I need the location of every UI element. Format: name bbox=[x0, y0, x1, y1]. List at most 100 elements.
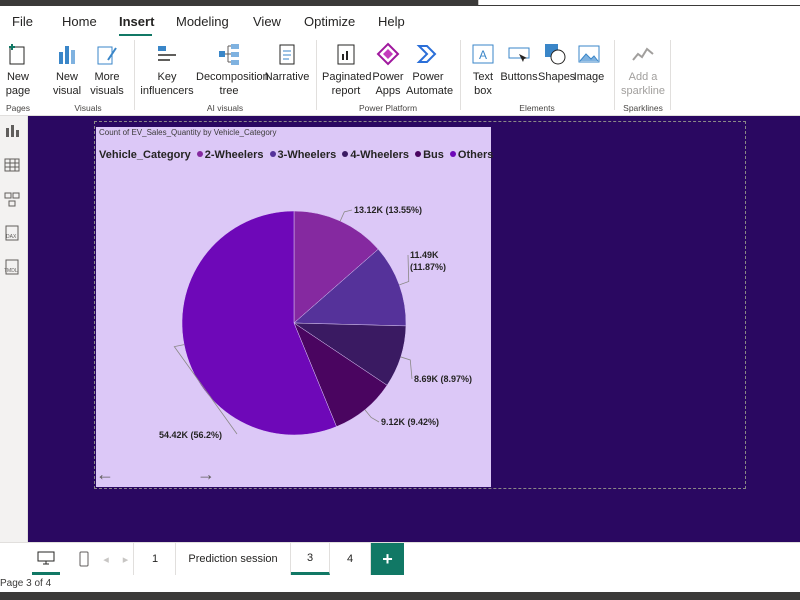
power-apps-button[interactable]: Power Apps bbox=[370, 42, 406, 98]
leader-line bbox=[399, 254, 410, 286]
decomposition-tree-label: Decomposition tree bbox=[196, 71, 269, 97]
paginated-report-button[interactable]: Paginated report bbox=[322, 42, 372, 98]
text-box-icon: A bbox=[472, 44, 494, 64]
power-automate-label: Power Automate bbox=[406, 71, 454, 97]
add-sparkline-button[interactable]: Add a sparkline bbox=[620, 42, 666, 98]
decomposition-tree-icon bbox=[219, 44, 239, 65]
group-label-ai-visuals: AI visuals bbox=[206, 103, 244, 113]
title-search-box[interactable] bbox=[478, 0, 800, 5]
ribbon-separator bbox=[134, 40, 135, 110]
narrative-label: Narrative bbox=[264, 71, 310, 83]
ribbon-separator bbox=[460, 40, 461, 110]
ribbon-separator bbox=[670, 40, 671, 110]
new-page-icon bbox=[9, 44, 25, 65]
group-label-visuals: Visuals bbox=[74, 103, 102, 113]
ribbon: New page New visual More visuals Key inf… bbox=[0, 36, 800, 116]
key-influencers-icon bbox=[158, 46, 176, 61]
new-visual-label: New visual bbox=[52, 71, 82, 97]
data-label: 8.69K (8.97%) bbox=[414, 374, 472, 384]
power-automate-icon bbox=[416, 45, 437, 63]
text-box-label: Text box bbox=[472, 71, 494, 97]
leader-line bbox=[400, 356, 413, 380]
page-tab-3[interactable]: 3 bbox=[291, 543, 330, 575]
more-visuals-button[interactable]: More visuals bbox=[88, 42, 126, 98]
table-view-icon[interactable] bbox=[3, 156, 21, 174]
page-tab-bar: ◂ ▸ 1 Prediction session 3 4 + bbox=[0, 542, 800, 575]
chevron-left-icon: ◂ bbox=[103, 553, 109, 566]
image-icon bbox=[578, 45, 600, 63]
menu-file[interactable]: File bbox=[12, 14, 33, 29]
shapes-label: Shapes bbox=[538, 71, 576, 83]
model-view-icon[interactable] bbox=[3, 190, 21, 208]
narrative-icon bbox=[279, 44, 295, 65]
add-sparkline-label: Add a sparkline bbox=[620, 71, 666, 97]
menu-help[interactable]: Help bbox=[378, 14, 405, 29]
menu-optimize[interactable]: Optimize bbox=[304, 14, 355, 29]
page-tab-4[interactable]: 4 bbox=[330, 543, 371, 575]
power-apps-icon bbox=[376, 42, 400, 66]
key-influencers-button[interactable]: Key influencers bbox=[140, 42, 194, 98]
power-automate-button[interactable]: Power Automate bbox=[406, 42, 454, 98]
data-label: 13.12K (13.55%) bbox=[354, 205, 422, 215]
scroll-left-button[interactable]: ◂ bbox=[98, 543, 114, 575]
power-apps-label: Power Apps bbox=[372, 71, 404, 97]
arrow-right-icon[interactable]: → bbox=[197, 464, 215, 485]
menu-modeling[interactable]: Modeling bbox=[176, 14, 229, 29]
mobile-layout-tab[interactable] bbox=[72, 543, 96, 575]
chevron-right-icon: ▸ bbox=[122, 553, 129, 566]
paginated-report-label: Paginated report bbox=[322, 71, 372, 97]
report-view-icon[interactable] bbox=[3, 122, 21, 140]
mobile-icon bbox=[79, 551, 89, 567]
text-box-button[interactable]: A Text box bbox=[468, 42, 498, 98]
add-page-button[interactable]: + bbox=[371, 543, 404, 575]
page-status: Page 3 of 4 bbox=[0, 578, 52, 589]
menu-insert[interactable]: Insert bbox=[119, 14, 154, 29]
view-switcher-rail: DAX TMDL bbox=[0, 116, 28, 542]
taskbar-strip bbox=[0, 592, 800, 600]
scroll-right-button[interactable]: ▸ bbox=[118, 543, 134, 575]
menu-home[interactable]: Home bbox=[62, 14, 97, 29]
decomposition-tree-button[interactable]: Decomposition tree bbox=[196, 42, 269, 98]
svg-text:A: A bbox=[479, 48, 487, 62]
shapes-button[interactable]: Shapes bbox=[538, 42, 576, 84]
group-label-sparklines: Sparklines bbox=[623, 103, 663, 113]
dax-query-view-icon[interactable]: DAX bbox=[3, 224, 21, 242]
sparkline-icon bbox=[632, 47, 654, 61]
menu-bar: File Home Insert Modeling View Optimize … bbox=[0, 6, 800, 36]
more-visuals-label: More visuals bbox=[90, 71, 124, 97]
buttons-icon bbox=[508, 47, 530, 62]
image-button[interactable]: Image bbox=[572, 42, 606, 84]
leader-line bbox=[339, 209, 353, 222]
new-visual-icon bbox=[59, 46, 75, 64]
desktop-icon bbox=[37, 551, 55, 564]
group-label-power-platform: Power Platform bbox=[358, 103, 418, 113]
data-label: 9.12K (9.42%) bbox=[381, 417, 439, 427]
svg-text:TMDL: TMDL bbox=[4, 268, 18, 274]
menu-view[interactable]: View bbox=[253, 14, 281, 29]
new-page-button[interactable]: New page bbox=[2, 42, 34, 98]
data-label: 11.49K (11.87%) bbox=[410, 250, 446, 272]
data-label: 54.42K (56.2%) bbox=[159, 430, 222, 440]
pie-plot-area: 13.12K (13.55%) 11.49K (11.87%) 8.69K (8.… bbox=[159, 205, 472, 440]
desktop-layout-tab[interactable] bbox=[32, 543, 60, 575]
leader-line bbox=[364, 409, 380, 423]
svg-text:DAX: DAX bbox=[6, 234, 17, 240]
narrative-button[interactable]: Narrative bbox=[264, 42, 310, 84]
arrow-left-icon[interactable]: ← bbox=[96, 464, 114, 485]
shapes-icon bbox=[545, 44, 566, 65]
pie-chart-visual[interactable]: Count of EV_Sales_Quantity by Vehicle_Ca… bbox=[96, 127, 493, 487]
paginated-report-icon bbox=[337, 44, 355, 65]
tmdl-view-icon[interactable]: TMDL bbox=[3, 258, 21, 276]
new-visual-button[interactable]: New visual bbox=[50, 42, 84, 98]
buttons-label: Buttons bbox=[500, 71, 538, 83]
group-label-pages: Pages bbox=[5, 103, 31, 113]
key-influencers-label: Key influencers bbox=[140, 71, 194, 97]
new-page-label: New page bbox=[5, 71, 31, 97]
group-label-elements: Elements bbox=[519, 103, 555, 113]
page-tab-prediction-session[interactable]: Prediction session bbox=[176, 543, 291, 575]
buttons-button[interactable]: Buttons bbox=[500, 42, 538, 84]
page-tab-1[interactable]: 1 bbox=[135, 543, 176, 575]
more-visuals-icon bbox=[97, 46, 117, 65]
ribbon-separator bbox=[316, 40, 317, 110]
image-label: Image bbox=[573, 71, 605, 83]
